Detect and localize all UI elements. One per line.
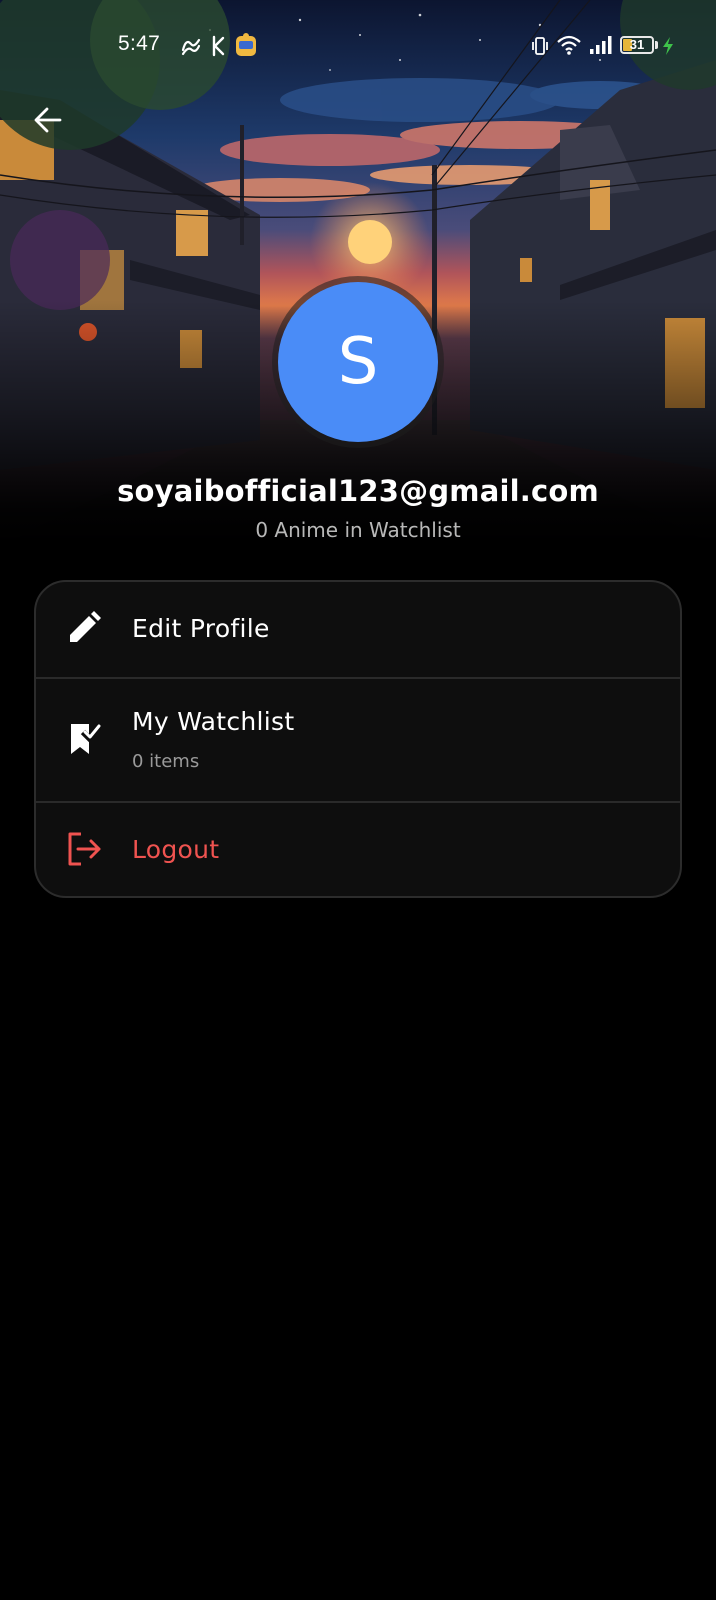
notification-avatar-icon xyxy=(236,33,256,56)
wifi-icon xyxy=(557,35,581,55)
edit-profile-label: Edit Profile xyxy=(132,614,270,643)
notification-app-icon xyxy=(181,38,201,56)
battery-level: 31 xyxy=(629,37,645,52)
my-watchlist-label: My Watchlist xyxy=(132,707,295,736)
notification-k-icon xyxy=(212,35,225,57)
arrow-left-icon xyxy=(34,107,62,133)
avatar[interactable]: S xyxy=(278,282,438,442)
bookmark-check-icon xyxy=(64,719,104,759)
my-watchlist-button[interactable]: My Watchlist 0 items xyxy=(36,679,680,802)
user-email: soyaibofficial123@gmail.com xyxy=(117,474,599,508)
logout-label: Logout xyxy=(132,835,220,864)
battery-icon: 31 xyxy=(620,36,654,54)
logout-icon xyxy=(64,829,104,869)
signal-icon xyxy=(590,36,612,54)
logout-button[interactable]: Logout xyxy=(36,803,680,896)
pencil-icon xyxy=(64,608,104,648)
header-gradient-overlay xyxy=(0,0,716,546)
profile-header: 5:47 31 S soyaibofficial123@gmail.com 0 … xyxy=(0,0,716,546)
status-bar: 5:47 31 xyxy=(0,26,716,66)
watchlist-summary: 0 Anime in Watchlist xyxy=(255,518,461,542)
status-time: 5:47 xyxy=(118,32,161,55)
vibrate-icon xyxy=(532,37,548,55)
edit-profile-button[interactable]: Edit Profile xyxy=(36,582,680,678)
profile-screen: 5:47 31 S soyaibofficial123@gmail.com 0 … xyxy=(0,0,716,1600)
watchlist-items-count: 0 items xyxy=(132,751,200,772)
back-button[interactable] xyxy=(26,98,70,142)
profile-menu-card: Edit Profile My Watchlist 0 items Logout xyxy=(34,580,682,898)
charging-icon xyxy=(663,37,673,55)
